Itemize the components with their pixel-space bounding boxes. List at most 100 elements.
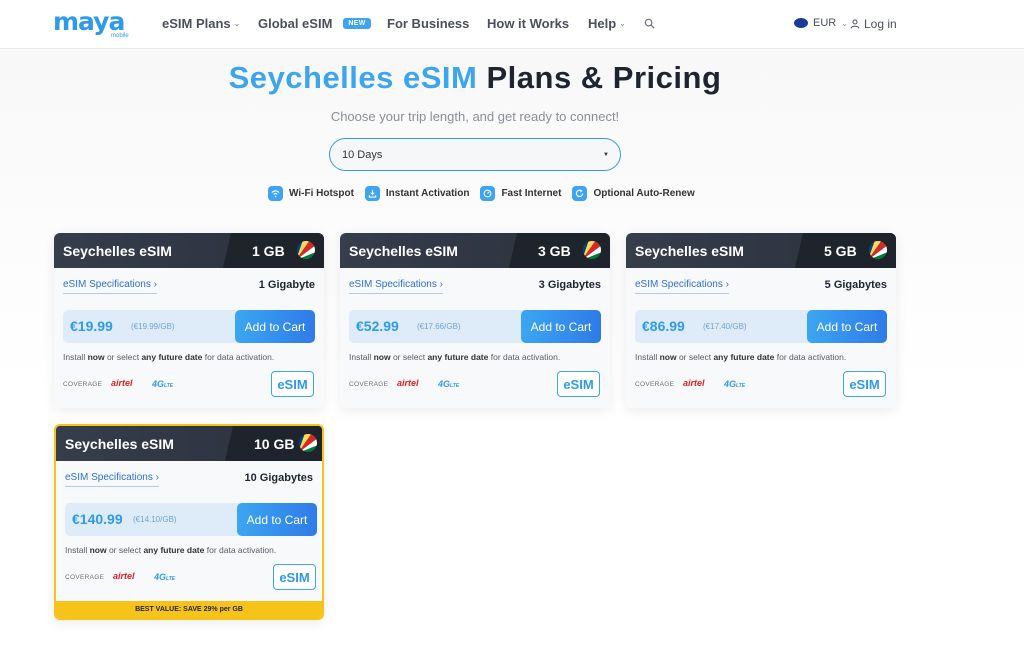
plan-card: Seychelles eSIM 3 GB eSIM Specifications… <box>340 233 610 408</box>
seychelles-flag-icon <box>299 434 317 452</box>
feature-list: Wi-Fi Hotspot Instant Activation Fast In… <box>268 186 695 201</box>
price-row: €86.99 (€17.40/GB) Add to Cart <box>635 310 887 343</box>
plan-gb: 1 GB <box>252 243 285 259</box>
airtel-logo: airtel <box>113 571 135 581</box>
network-label: 4G <box>152 379 165 389</box>
4g-lte-badge: 4GLTE <box>438 379 459 389</box>
network-sub-label: LTE <box>736 383 746 389</box>
plan-gb-full: 3 Gigabytes <box>538 279 601 291</box>
install-note: Install now or select any future date fo… <box>65 545 276 555</box>
install-note-text: Install <box>349 352 374 362</box>
plan-price-per-gb: (€17.40/GB) <box>703 322 747 331</box>
network-sub-label: LTE <box>164 383 174 389</box>
install-note-text: or select <box>106 545 144 555</box>
network-label: 4G <box>724 379 737 389</box>
network-sub-label: LTE <box>166 576 176 582</box>
chevron-down-icon: ⌄ <box>619 19 626 28</box>
search-icon[interactable] <box>644 18 655 29</box>
page-title: Seychelles eSIM Plans & Pricing <box>0 60 950 96</box>
price-row: €19.99 (€19.99/GB) Add to Cart <box>63 310 315 343</box>
plan-gb: 10 GB <box>254 436 295 452</box>
feature-label: Fast Internet <box>501 188 562 199</box>
plan-gb-full: 10 Gigabytes <box>244 472 313 484</box>
install-note-text: or select <box>104 352 142 362</box>
plan-name: Seychelles eSIM <box>635 243 744 259</box>
network-sub-label: LTE <box>450 383 460 389</box>
nav-how-it-works[interactable]: How it Works <box>487 16 569 31</box>
nav-help[interactable]: Help ⌄ <box>588 16 626 31</box>
plan-price: €140.99 <box>72 511 123 527</box>
seychelles-flag-icon <box>869 241 887 259</box>
4g-lte-badge: 4GLTE <box>154 572 175 582</box>
logo-text: maya <box>53 7 125 36</box>
esim-specifications-link[interactable]: eSIM Specifications › <box>635 279 729 294</box>
plan-name: Seychelles eSIM <box>349 243 458 259</box>
coverage-label: COVERAGE <box>65 574 105 581</box>
plan-name: Seychelles eSIM <box>65 436 174 452</box>
nav-how-it-works-label: How it Works <box>487 16 570 31</box>
install-note-now: now <box>87 352 105 362</box>
seychelles-flag-icon <box>583 241 601 259</box>
plan-card: Seychelles eSIM 10 GB eSIM Specification… <box>54 424 324 620</box>
coverage-label: COVERAGE <box>349 381 389 388</box>
install-note-text: Install <box>635 352 660 362</box>
login-label: Log in <box>864 17 897 31</box>
nav-global-esim-label: Global eSIM <box>258 16 333 31</box>
plan-name: Seychelles eSIM <box>63 243 172 259</box>
4g-lte-badge: 4GLTE <box>152 379 173 389</box>
download-icon <box>364 186 380 201</box>
esim-specifications-link[interactable]: eSIM Specifications › <box>65 472 159 487</box>
esim-badge: eSIM <box>273 564 316 590</box>
maya-logo[interactable]: maya mobile <box>53 9 133 39</box>
trip-length-select[interactable]: 10 Days ▼ <box>329 138 621 171</box>
plan-card-header: Seychelles eSIM 3 GB <box>340 233 610 268</box>
add-to-cart-button[interactable]: Add to Cart <box>521 310 601 343</box>
install-note-now: now <box>373 352 391 362</box>
add-to-cart-button[interactable]: Add to Cart <box>235 310 315 343</box>
install-note-text: for data activation. <box>204 545 277 555</box>
install-note-future: any future date <box>143 545 205 555</box>
install-note-text: Install <box>65 545 90 555</box>
title-highlight: Seychelles eSIM <box>228 60 478 95</box>
title-rest: Plans & Pricing <box>486 60 722 95</box>
coverage-label: COVERAGE <box>63 381 103 388</box>
airtel-logo: airtel <box>397 378 419 388</box>
plan-price: €86.99 <box>642 318 685 334</box>
plan-gb-full: 1 Gigabyte <box>258 279 315 291</box>
add-to-cart-button[interactable]: Add to Cart <box>237 503 317 536</box>
esim-specifications-link[interactable]: eSIM Specifications › <box>349 279 443 294</box>
plan-price: €19.99 <box>70 318 113 334</box>
feature-label: Wi-Fi Hotspot <box>289 188 354 199</box>
install-note-text: for data activation. <box>488 352 561 362</box>
logo-subtext: mobile <box>111 33 129 39</box>
install-note-future: any future date <box>713 352 775 362</box>
plan-card-header: Seychelles eSIM 5 GB <box>626 233 896 268</box>
4g-lte-badge: 4GLTE <box>724 379 745 389</box>
network-label: 4G <box>438 379 451 389</box>
install-note-text: Install <box>63 352 88 362</box>
add-to-cart-button[interactable]: Add to Cart <box>807 310 887 343</box>
coverage-label: COVERAGE <box>635 381 675 388</box>
page-subtitle: Choose your trip length, and get ready t… <box>330 109 620 124</box>
esim-badge: eSIM <box>271 371 314 397</box>
plan-price-per-gb: (€17.66/GB) <box>417 322 461 331</box>
nav-for-business[interactable]: For Business <box>387 16 469 31</box>
plan-card: Seychelles eSIM 5 GB eSIM Specifications… <box>626 233 896 408</box>
network-label: 4G <box>154 572 167 582</box>
login-link[interactable]: Log in <box>850 17 897 31</box>
esim-badge: eSIM <box>843 371 886 397</box>
trip-length-value: 10 Days <box>342 148 383 161</box>
feature-auto-renew: Optional Auto-Renew <box>572 186 695 201</box>
install-note-text: for data activation. <box>202 352 275 362</box>
nav-esim-plans[interactable]: eSIM Plans ⌄ <box>162 16 240 31</box>
nav-global-esim[interactable]: Global eSIM NEW <box>258 16 371 31</box>
nav-for-business-label: For Business <box>387 16 470 31</box>
install-note-future: any future date <box>141 352 203 362</box>
install-note: Install now or select any future date fo… <box>63 352 274 362</box>
dropdown-arrow-icon: ▼ <box>603 152 609 158</box>
eu-flag-icon <box>794 18 808 28</box>
install-note-text: or select <box>676 352 714 362</box>
currency-selector[interactable]: EUR ⌄ <box>794 17 848 29</box>
esim-specifications-link[interactable]: eSIM Specifications › <box>63 279 157 294</box>
new-badge: NEW <box>343 18 371 29</box>
